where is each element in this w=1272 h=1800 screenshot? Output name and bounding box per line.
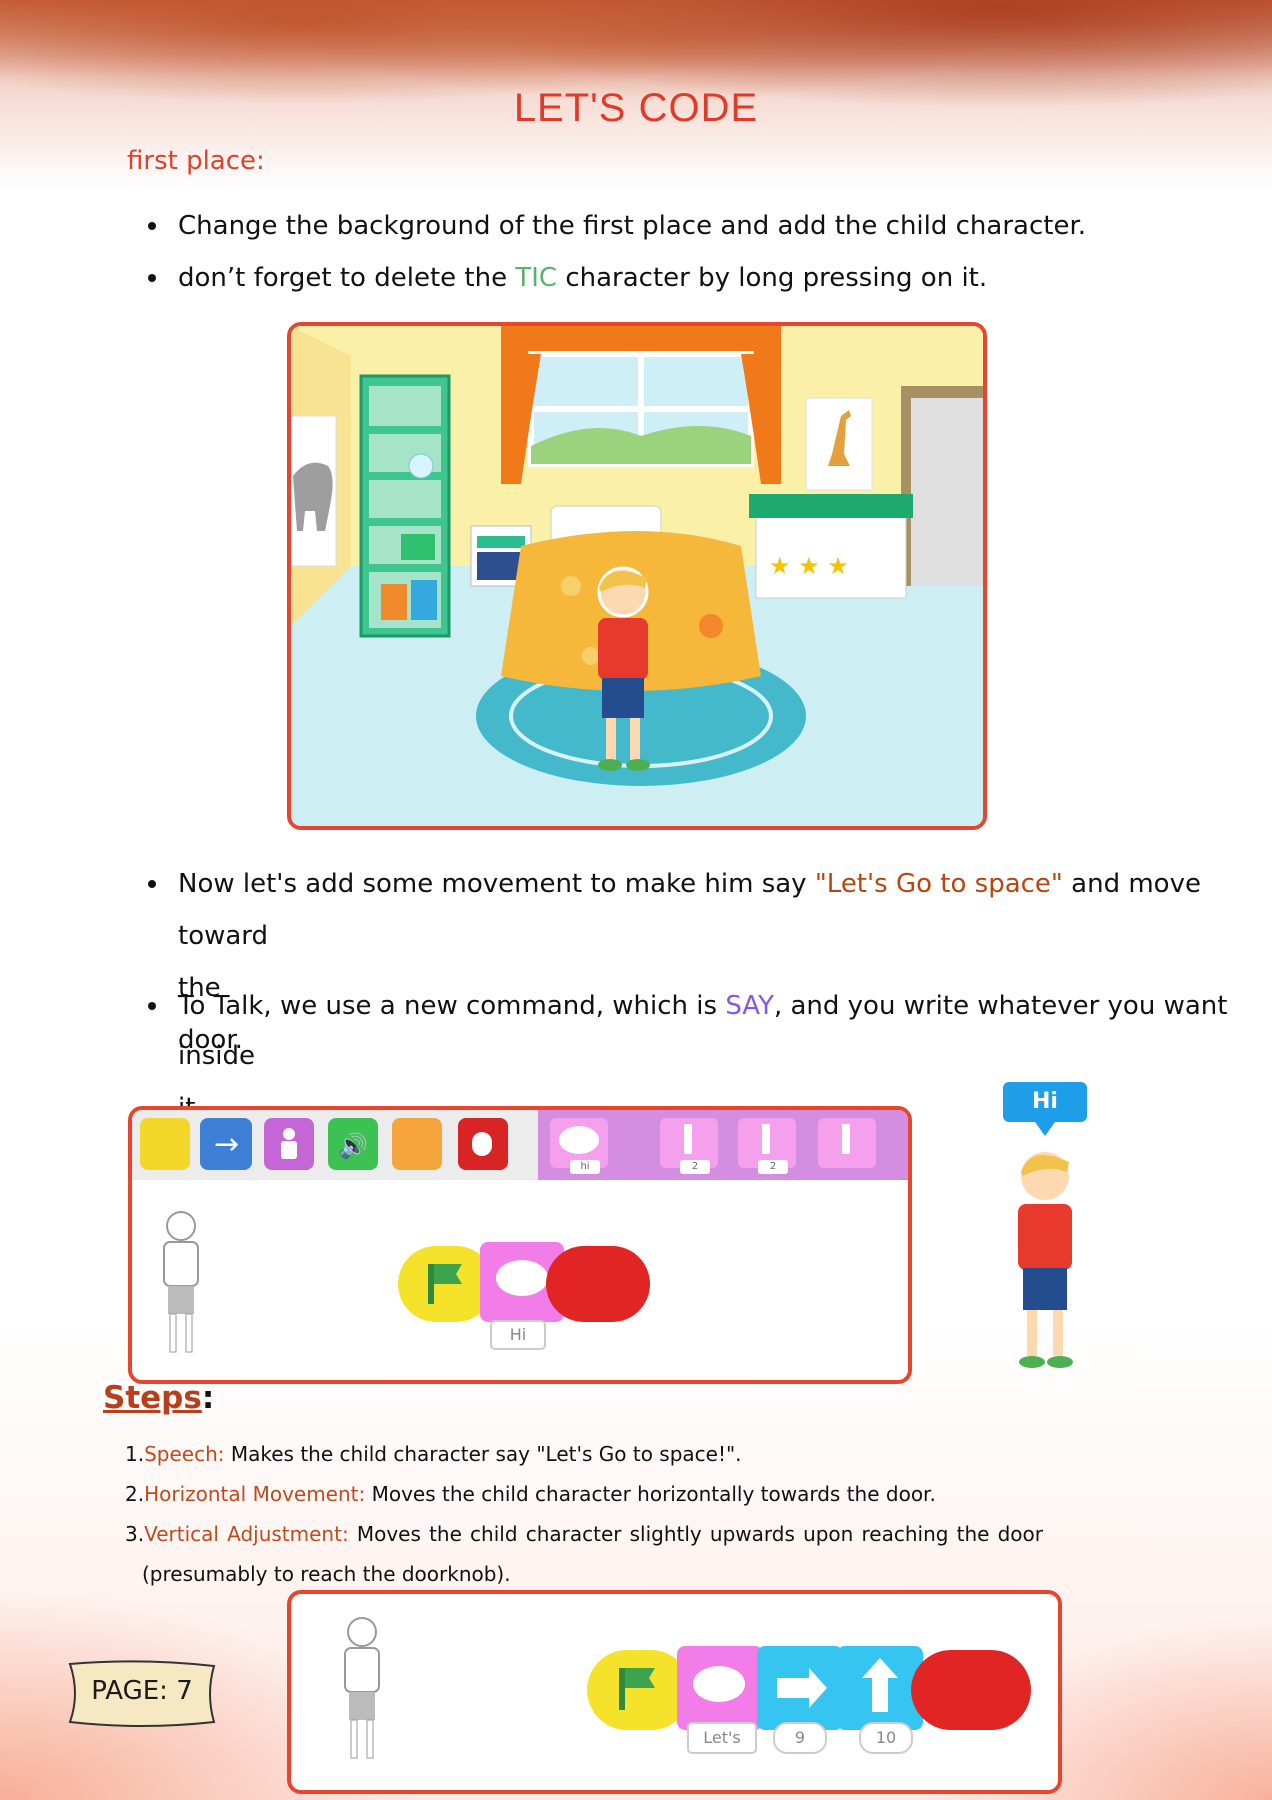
step-label: Horizontal Movement: xyxy=(144,1482,366,1506)
triggering-tab xyxy=(140,1118,190,1170)
svg-text:🔊: 🔊 xyxy=(338,1131,368,1160)
svg-text:★ ★ ★: ★ ★ ★ xyxy=(769,552,849,580)
bullet-1-text: Change the background of the first place… xyxy=(178,211,1087,241)
bubble-tail xyxy=(1035,1122,1055,1136)
step-1: 1.Speech: Makes the child character say … xyxy=(125,1442,742,1466)
shrink-palette-value: 2 xyxy=(758,1160,788,1174)
grow-palette-value: 2 xyxy=(680,1160,710,1174)
speech-bubble: Hi xyxy=(1003,1082,1087,1122)
bullet-3-text: Now let's add some movement to make him … xyxy=(178,869,815,899)
step-label: Vertical Adjustment: xyxy=(144,1522,349,1546)
bullet-dot xyxy=(148,880,156,888)
bullet-4-text-end: , and you write whatever you want xyxy=(773,991,1228,1021)
section-label: first place: xyxy=(127,146,265,176)
steps-title-text: Steps xyxy=(103,1380,202,1416)
child-character-talking xyxy=(1018,1152,1073,1368)
step-3-line2: (presumably to reach the doorknob). xyxy=(142,1562,511,1586)
move-up-value[interactable]: 10 xyxy=(859,1722,913,1754)
curtain-valance xyxy=(501,326,781,354)
character-outline-2 xyxy=(344,1617,380,1759)
steps-colon: : xyxy=(201,1380,215,1416)
page-number-text: PAGE: 7 xyxy=(91,1676,193,1706)
step-text: Makes the child character say "Let's Go … xyxy=(224,1442,742,1466)
end-block xyxy=(911,1650,1031,1730)
green-flag-block xyxy=(587,1650,691,1730)
bullet-2-text: don’t forget to delete the xyxy=(178,263,516,293)
step-2: 2.Horizontal Movement: Moves the child c… xyxy=(125,1482,936,1506)
say-palette-value: hi xyxy=(570,1160,600,1174)
steps-heading: Steps: xyxy=(103,1380,214,1416)
bullet-3-text-end: and move xyxy=(1062,869,1201,899)
step-text: Moves the child character slightly upwar… xyxy=(348,1522,1043,1546)
bullet-dot xyxy=(148,1002,156,1010)
step-text-continuation: (presumably to reach the doorknob). xyxy=(142,1562,511,1586)
child-character xyxy=(597,566,650,771)
bullet-dot xyxy=(148,222,156,230)
svg-text:→: → xyxy=(214,1127,239,1162)
character-outline xyxy=(163,1211,199,1353)
say-value-field[interactable]: Hi xyxy=(490,1320,546,1350)
tic-highlight: TIC xyxy=(515,263,558,293)
say-highlight: SAY xyxy=(725,991,774,1021)
page-number-badge: PAGE: 7 xyxy=(60,1658,224,1728)
control-tab xyxy=(392,1118,442,1170)
bullet-dot xyxy=(148,274,156,282)
step-number: 2. xyxy=(125,1482,145,1506)
step-label: Speech: xyxy=(144,1442,225,1466)
scratchjr-editor: → 🔊 hi 2 2 Hi xyxy=(128,1106,912,1384)
step-number: 3. xyxy=(125,1522,145,1546)
lets-go-highlight: "Let's Go to space" xyxy=(814,869,1063,899)
bullet-4-text: To Talk, we use a new command, which is xyxy=(178,991,726,1021)
bullet-2-text-end: character by long pressing on it. xyxy=(557,263,988,293)
step-text: Moves the child character horizontally t… xyxy=(365,1482,936,1506)
step-number: 1. xyxy=(125,1442,145,1466)
full-script-frame: Let's 9 10 xyxy=(287,1590,1062,1794)
page-title: LET'S CODE xyxy=(513,86,759,130)
end-block xyxy=(546,1246,650,1322)
move-right-value[interactable]: 9 xyxy=(773,1722,827,1754)
step-3: 3.Vertical Adjustment: Moves the child c… xyxy=(125,1522,1043,1546)
say-value-field[interactable]: Let's xyxy=(687,1722,757,1754)
